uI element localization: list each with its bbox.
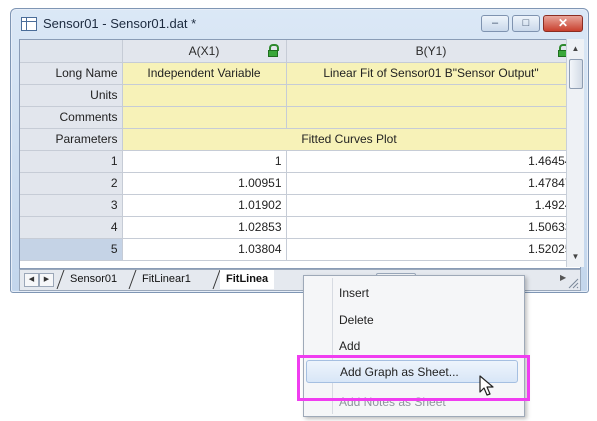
menu-item-insert[interactable]: Insert bbox=[339, 286, 369, 300]
cell-a[interactable]: 1.03804 bbox=[122, 238, 287, 261]
row-number[interactable]: 2 bbox=[20, 172, 123, 195]
column-header-a[interactable]: A(X1) bbox=[122, 40, 287, 63]
table-row[interactable]: 2 1.00951 1.47847 bbox=[20, 172, 577, 195]
cell-b[interactable]: 1.50633 bbox=[286, 216, 577, 239]
worksheet-icon bbox=[21, 17, 37, 31]
column-header-b[interactable]: B(Y1) bbox=[286, 40, 577, 63]
menu-item-add[interactable]: Add bbox=[339, 339, 360, 353]
row-label-units[interactable]: Units bbox=[20, 84, 123, 107]
cell-b[interactable]: 1.52025 bbox=[286, 238, 577, 261]
tab-nav-right-icon[interactable]: ▶ bbox=[39, 273, 54, 287]
lock-icon bbox=[267, 44, 279, 57]
vertical-scrollbar[interactable]: ▲ ▼ bbox=[566, 39, 584, 267]
table-row[interactable]: 4 1.02853 1.50633 bbox=[20, 216, 577, 239]
mouse-pointer-icon bbox=[479, 375, 494, 396]
minimize-icon: – bbox=[491, 17, 499, 29]
maximize-button[interactable]: □ bbox=[512, 15, 540, 32]
row-label-comments[interactable]: Comments bbox=[20, 106, 123, 129]
long-name-b[interactable]: Linear Fit of Sensor01 B"Sensor Output" bbox=[286, 62, 577, 85]
table-row[interactable]: 1 1 1.46454 bbox=[20, 150, 577, 173]
tab-fitlinear-active[interactable]: FitLinea bbox=[220, 270, 275, 289]
cell-b[interactable]: 1.46454 bbox=[286, 150, 577, 173]
column-header-label: B(Y1) bbox=[415, 43, 447, 58]
scroll-up-icon[interactable]: ▲ bbox=[567, 41, 584, 57]
cell-a[interactable]: 1.01902 bbox=[122, 194, 287, 217]
comments-a[interactable] bbox=[122, 106, 287, 129]
table-row[interactable]: 5 1.03804 1.52025 bbox=[20, 238, 577, 261]
worksheet-window: Sensor01 - Sensor01.dat * – □ ✕ A(X1) B(… bbox=[10, 8, 589, 293]
tab-sensor01[interactable]: Sensor01 bbox=[64, 270, 123, 289]
cell-a[interactable]: 1 bbox=[122, 150, 287, 173]
scroll-down-icon[interactable]: ▼ bbox=[567, 249, 584, 265]
row-number[interactable]: 1 bbox=[20, 150, 123, 173]
long-name-a[interactable]: Independent Variable bbox=[122, 62, 287, 85]
cell-a[interactable]: 1.02853 bbox=[122, 216, 287, 239]
callout-highlight-box bbox=[297, 355, 530, 401]
row-label-parameters[interactable]: Parameters bbox=[20, 128, 123, 151]
units-a[interactable] bbox=[122, 84, 287, 107]
corner-cell[interactable] bbox=[20, 40, 123, 63]
close-icon: ✕ bbox=[557, 16, 569, 30]
row-number[interactable]: 5 bbox=[20, 238, 123, 261]
scrollbar-thumb[interactable] bbox=[569, 59, 583, 89]
minimize-button[interactable]: – bbox=[481, 15, 509, 32]
menu-item-delete[interactable]: Delete bbox=[339, 313, 374, 327]
maximize-icon: □ bbox=[522, 17, 530, 29]
cell-b[interactable]: 1.47847 bbox=[286, 172, 577, 195]
tab-fitlinear1[interactable]: FitLinear1 bbox=[136, 270, 197, 289]
cell-b[interactable]: 1.4924 bbox=[286, 194, 577, 217]
column-header-label: A(X1) bbox=[188, 43, 220, 58]
window-title: Sensor01 - Sensor01.dat * bbox=[43, 16, 197, 31]
table-row[interactable]: 3 1.01902 1.4924 bbox=[20, 194, 577, 217]
worksheet-grid[interactable]: A(X1) B(Y1) Long Name Independent Variab… bbox=[19, 39, 581, 269]
row-number[interactable]: 4 bbox=[20, 216, 123, 239]
comments-b[interactable] bbox=[286, 106, 577, 129]
tab-nav-left-icon[interactable]: ◀ bbox=[24, 273, 39, 287]
title-bar[interactable]: Sensor01 - Sensor01.dat * – □ ✕ bbox=[11, 9, 588, 39]
close-button[interactable]: ✕ bbox=[543, 15, 583, 32]
parameters-merged-cell[interactable]: Fitted Curves Plot bbox=[122, 128, 577, 151]
cell-a[interactable]: 1.00951 bbox=[122, 172, 287, 195]
row-number[interactable]: 3 bbox=[20, 194, 123, 217]
row-label-long-name[interactable]: Long Name bbox=[20, 62, 123, 85]
resize-grip-icon[interactable] bbox=[565, 275, 579, 289]
units-b[interactable] bbox=[286, 84, 577, 107]
